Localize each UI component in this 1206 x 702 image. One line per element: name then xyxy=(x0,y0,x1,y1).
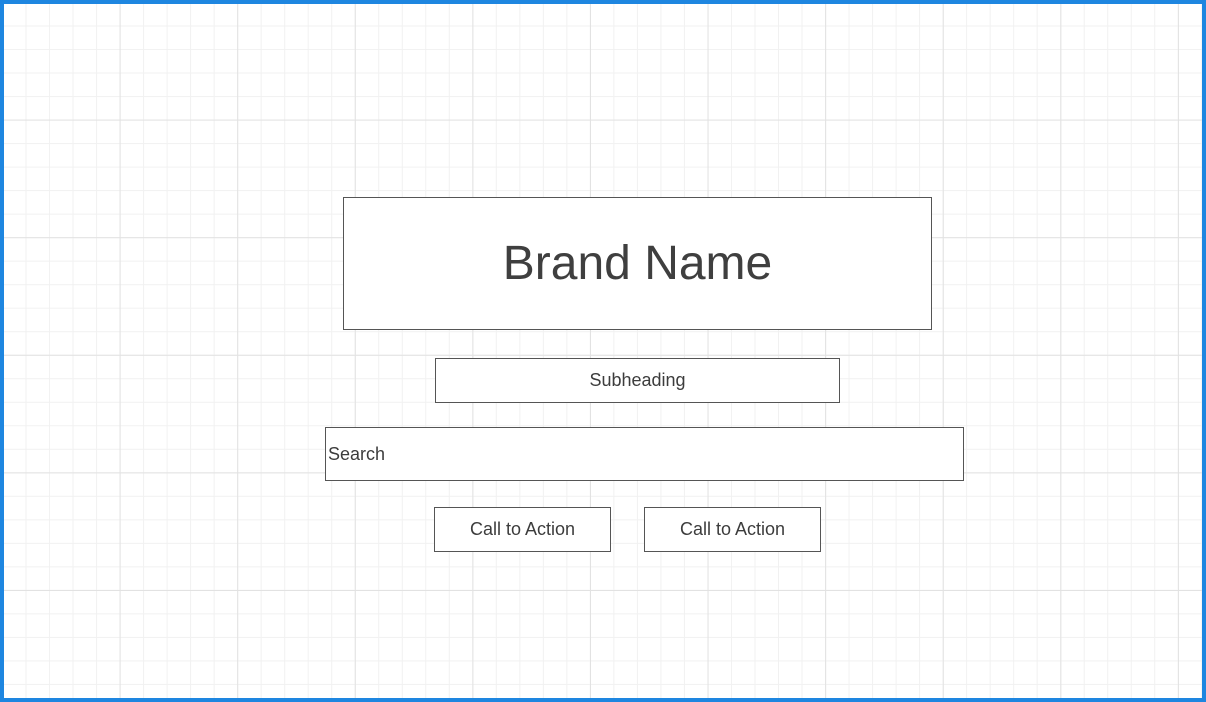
call-to-action-button-secondary[interactable]: Call to Action xyxy=(644,507,821,552)
brand-name-heading: Brand Name xyxy=(343,197,932,330)
wireframe-canvas: Brand Name Subheading Search Call to Act… xyxy=(0,0,1206,702)
subheading: Subheading xyxy=(435,358,840,403)
call-to-action-button-primary[interactable]: Call to Action xyxy=(434,507,611,552)
search-input[interactable]: Search xyxy=(325,427,964,481)
